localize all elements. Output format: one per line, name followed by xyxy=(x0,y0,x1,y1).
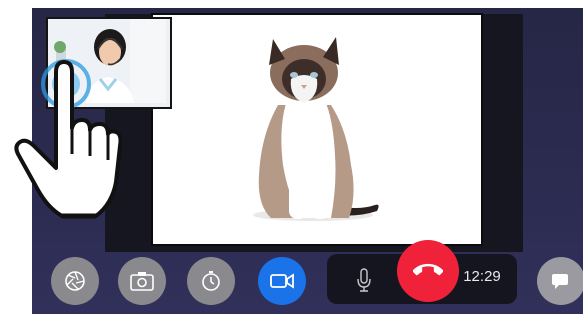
phone-icon xyxy=(413,263,443,276)
cat-image xyxy=(253,37,379,221)
video-camera-icon xyxy=(270,273,294,289)
mute-button[interactable] xyxy=(352,266,376,294)
microphone-icon xyxy=(357,268,371,292)
chat-icon xyxy=(552,274,568,289)
hand-pointer-icon xyxy=(14,60,122,219)
switch-camera-button[interactable] xyxy=(118,257,166,305)
call-timer: 12:29 xyxy=(463,268,501,285)
camera-icon xyxy=(130,272,154,291)
end-call-button[interactable] xyxy=(397,240,459,302)
video-toggle-button[interactable] xyxy=(258,257,306,305)
call-controls-bar: 12:29 xyxy=(32,240,583,314)
chat-button[interactable] xyxy=(537,257,583,305)
remote-video xyxy=(151,13,483,246)
timer-button[interactable] xyxy=(187,257,235,305)
shutter-button[interactable] xyxy=(51,257,99,305)
shutter-icon xyxy=(65,271,85,291)
timer-icon xyxy=(202,271,220,291)
